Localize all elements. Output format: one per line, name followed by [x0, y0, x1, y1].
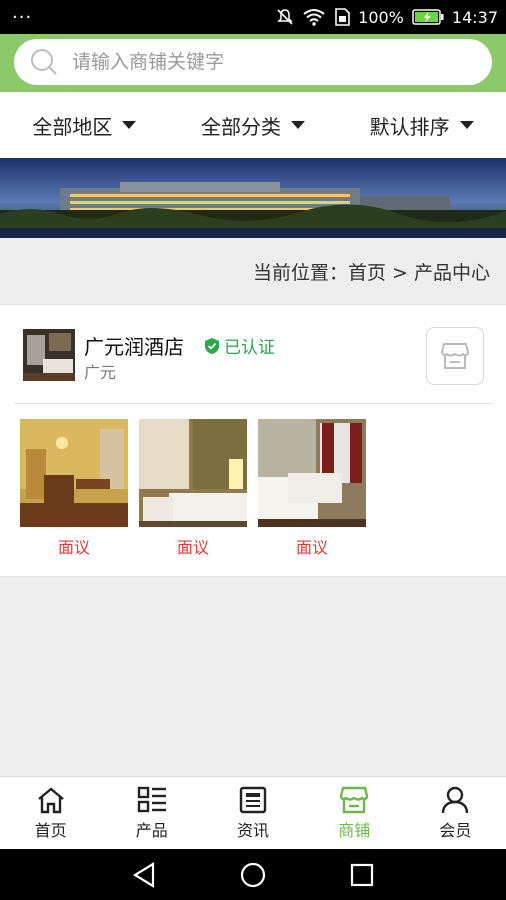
shop-header[interactable]: 广元润酒店 已认证 广元 [14, 305, 492, 404]
recents-icon[interactable] [349, 862, 375, 888]
shop-name[interactable]: 广元润酒店 [84, 331, 184, 360]
tab-news[interactable]: 资讯 [202, 777, 303, 849]
shield-check-icon [205, 337, 219, 354]
notification-dots: ··· [12, 6, 33, 28]
filter-bar: 全部地区 全部分类 默认排序 [0, 92, 506, 158]
bottom-tab-bar: 首页 产品 资讯 商铺 会员 [0, 776, 506, 849]
filter-sort-label: 默认排序 [369, 114, 450, 139]
back-icon[interactable] [131, 861, 157, 889]
product-image[interactable] [139, 419, 247, 527]
news-icon [239, 786, 267, 813]
tab-products[interactable]: 产品 [101, 777, 202, 849]
product-image[interactable] [20, 419, 128, 527]
store-icon [440, 343, 470, 369]
status-bar: ··· 100% 14:37 [0, 0, 506, 34]
caret-down-icon [122, 121, 137, 129]
caret-down-icon [459, 121, 474, 129]
sim-icon [335, 8, 350, 26]
mute-icon [277, 9, 293, 25]
breadcrumb-text: 当前位置：首页 > 产品中心 [253, 261, 490, 284]
enter-store-button[interactable] [426, 327, 484, 385]
product-price: 面议 [295, 538, 328, 557]
product-item[interactable]: 面议 [20, 419, 128, 558]
caret-down-icon [291, 121, 305, 129]
wifi-icon [303, 9, 325, 26]
shop-city: 广元 [84, 363, 117, 382]
tab-home-label: 首页 [34, 820, 67, 840]
shop-card: 广元润酒店 已认证 广元 面议 面议 面议 [0, 304, 506, 577]
filter-region[interactable]: 全部地区 [0, 111, 169, 140]
tab-products-label: 产品 [135, 820, 168, 840]
shop-thumbnail [23, 329, 75, 381]
search-box[interactable] [14, 39, 492, 85]
hotel-banner[interactable] [0, 158, 506, 238]
tab-stores[interactable]: 商铺 [304, 777, 405, 849]
clock: 14:37 [451, 7, 498, 27]
product-item[interactable]: 面议 [258, 419, 366, 558]
breadcrumb: 当前位置：首页 > 产品中心 [0, 238, 506, 304]
filter-category[interactable]: 全部分类 [169, 111, 338, 140]
filter-category-label: 全部分类 [201, 114, 281, 139]
tab-stores-label: 商铺 [338, 820, 371, 840]
battery-icon [412, 9, 444, 25]
battery-percent: 100% [358, 7, 404, 27]
filter-region-label: 全部地区 [32, 114, 113, 139]
list-icon [137, 786, 166, 812]
product-list: 面议 面议 面议 [20, 419, 366, 558]
verified-label: 已认证 [224, 338, 275, 358]
system-nav-bar [0, 849, 506, 900]
search-icon [31, 49, 57, 75]
user-icon [442, 786, 469, 813]
tab-member[interactable]: 会员 [405, 777, 506, 849]
product-price: 面议 [176, 538, 209, 557]
search-input[interactable] [72, 51, 492, 73]
product-image[interactable] [258, 419, 366, 527]
home-circle-icon[interactable] [239, 861, 267, 889]
verified-badge: 已认证 [204, 333, 275, 358]
search-header [0, 34, 506, 92]
product-item[interactable]: 面议 [139, 419, 247, 558]
store-icon [340, 786, 369, 813]
home-icon [37, 786, 64, 813]
filter-sort[interactable]: 默认排序 [337, 111, 506, 140]
tab-member-label: 会员 [439, 820, 472, 840]
tab-home[interactable]: 首页 [0, 777, 101, 849]
tab-news-label: 资讯 [237, 820, 270, 840]
product-price: 面议 [57, 538, 90, 557]
